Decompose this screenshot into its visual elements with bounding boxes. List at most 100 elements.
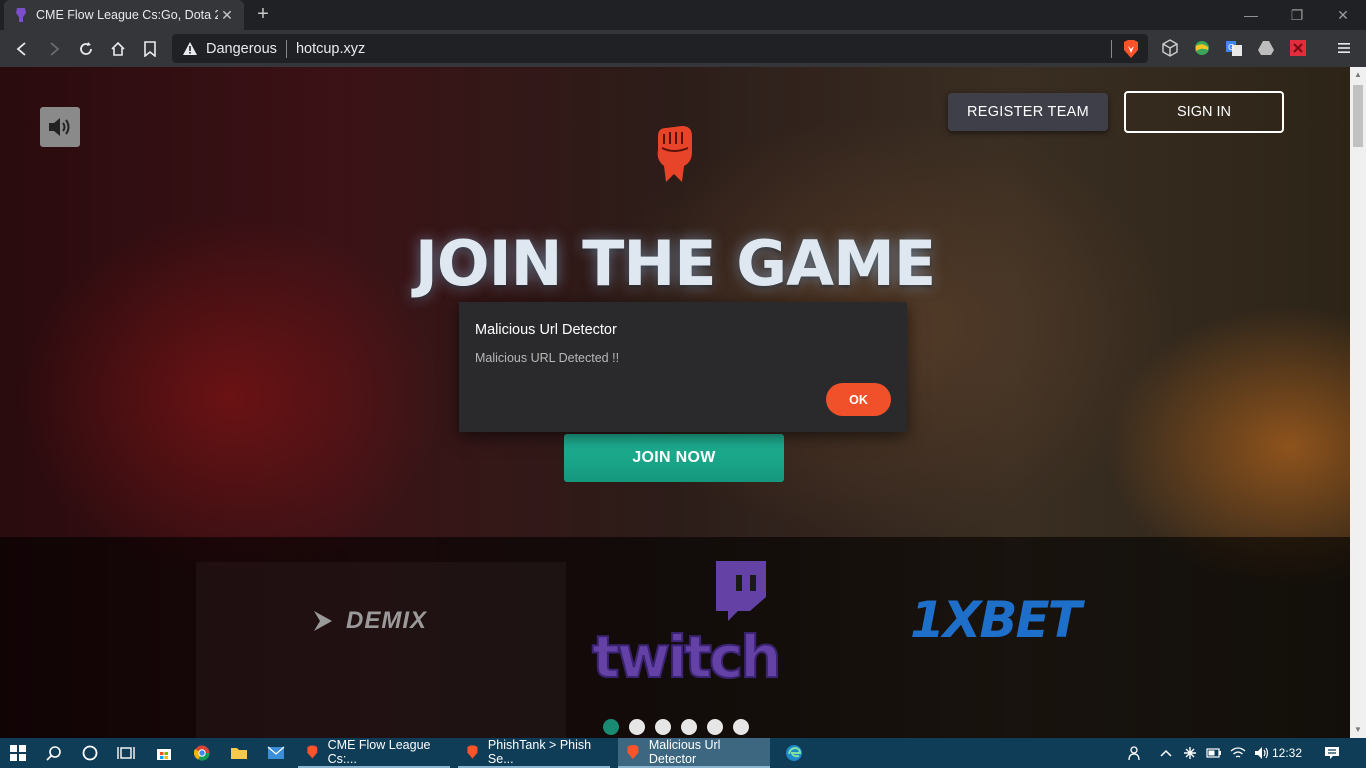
register-team-button[interactable]: REGISTER TEAM <box>948 93 1108 131</box>
brave-icon <box>627 745 639 759</box>
join-now-button[interactable]: JOIN NOW <box>564 434 784 482</box>
address-bar[interactable]: Dangerous hotcup.xyz <box>172 34 1148 63</box>
extension-globe-icon[interactable] <box>1192 38 1212 58</box>
ok-button[interactable]: OK <box>826 383 891 416</box>
chrome-button[interactable] <box>190 741 214 765</box>
edge-button[interactable] <box>782 741 806 765</box>
windows-taskbar: CME Flow League Cs:... PhishTank > Phish… <box>0 738 1366 768</box>
sponsor-band: DEMIX twitch 1XBET <box>0 537 1350 738</box>
sign-in-button[interactable]: SIGN IN <box>1124 91 1284 133</box>
cortana-icon <box>82 745 98 761</box>
taskbar-app-label: CME Flow League Cs:... <box>327 738 431 766</box>
security-status[interactable]: Dangerous <box>206 41 277 57</box>
notification-icon <box>1325 747 1339 759</box>
extension-cube-icon[interactable] <box>1160 38 1180 58</box>
browser-tab[interactable]: CME Flow League Cs:Go, Dota 2, C ✕ <box>4 0 244 30</box>
carousel-dots <box>603 719 749 735</box>
mail-button[interactable] <box>264 741 288 765</box>
dialog-message: Malicious URL Detected !! <box>475 351 620 365</box>
wifi-button[interactable] <box>1226 741 1250 765</box>
action-center-button[interactable] <box>1320 741 1344 765</box>
tab-favicon-icon <box>16 8 26 22</box>
extension-red-icon[interactable] <box>1288 38 1308 58</box>
browser-toolbar: Dangerous hotcup.xyz G <box>0 30 1366 67</box>
chrome-icon <box>194 745 210 761</box>
wifi-icon <box>1230 747 1246 758</box>
url-text[interactable]: hotcup.xyz <box>296 41 365 57</box>
demix-logo-icon <box>314 611 332 631</box>
sponsor-slide-bg <box>196 562 566 738</box>
brave-icon[interactable] <box>1122 39 1140 59</box>
cortana-button[interactable] <box>78 741 102 765</box>
page-scrollbar[interactable]: ▲ ▼ <box>1350 67 1366 738</box>
omnibox-divider-right <box>1111 40 1112 58</box>
edge-icon <box>786 745 802 761</box>
task-view-button[interactable] <box>114 741 138 765</box>
taskbar-app-malicious-url-detector[interactable]: Malicious Url Detector <box>618 738 770 768</box>
taskbar-app-phishtank[interactable]: PhishTank > Phish Se... <box>458 738 610 768</box>
extension-translate-icon[interactable]: G <box>1224 38 1244 58</box>
store-button[interactable] <box>152 741 176 765</box>
chevron-up-icon <box>1160 749 1172 757</box>
tab-strip: CME Flow League Cs:Go, Dota 2, C ✕ + — ❐… <box>0 0 1366 30</box>
tab-close-icon[interactable]: ✕ <box>218 7 236 24</box>
scroll-up-icon[interactable]: ▲ <box>1350 67 1366 83</box>
sponsor-twitch-label: twitch <box>592 623 779 687</box>
sponsor-demix-label: DEMIX <box>346 607 428 634</box>
reload-button[interactable] <box>73 36 99 62</box>
forward-icon <box>50 42 60 56</box>
minimize-button[interactable]: — <box>1228 0 1274 30</box>
store-icon <box>157 749 171 760</box>
volume-button[interactable] <box>1250 741 1274 765</box>
svg-text:G: G <box>1228 43 1234 52</box>
brave-icon <box>467 745 478 759</box>
restore-button[interactable]: ❐ <box>1274 0 1320 30</box>
dialog-title: Malicious Url Detector <box>475 322 617 338</box>
battery-button[interactable] <box>1202 741 1226 765</box>
taskbar-clock[interactable]: 12:32 <box>1272 746 1302 760</box>
carousel-dot[interactable] <box>733 719 749 735</box>
search-icon <box>46 746 61 761</box>
carousel-dot[interactable] <box>629 719 645 735</box>
sponsor-twitch[interactable]: twitch <box>590 557 796 687</box>
new-tab-button[interactable]: + <box>252 3 274 25</box>
sponsor-1xbet[interactable]: 1XBET <box>910 591 1082 649</box>
people-icon <box>1128 746 1140 761</box>
sponsor-demix[interactable]: DEMIX <box>310 607 427 635</box>
people-button[interactable] <box>1124 741 1148 765</box>
scroll-down-icon[interactable]: ▼ <box>1350 722 1366 738</box>
carousel-dot[interactable] <box>707 719 723 735</box>
omnibox-divider <box>285 39 287 58</box>
close-window-button[interactable]: ✕ <box>1320 0 1366 30</box>
bookmark-button[interactable] <box>137 36 163 62</box>
volume-icon <box>1255 747 1269 759</box>
extension-drive-icon[interactable] <box>1256 38 1276 58</box>
home-button[interactable] <box>105 36 131 62</box>
scroll-thumb[interactable] <box>1353 85 1363 147</box>
carousel-dot[interactable] <box>603 719 619 735</box>
fist-logo-icon <box>657 126 692 182</box>
sound-toggle-button[interactable] <box>40 107 80 147</box>
brave-icon <box>307 745 318 759</box>
carousel-dot[interactable] <box>681 719 697 735</box>
taskbar-app-label: Malicious Url Detector <box>648 738 721 766</box>
show-hidden-icons-button[interactable] <box>1154 741 1178 765</box>
alert-dialog: Malicious Url Detector Malicious URL Det… <box>459 302 907 432</box>
speaker-icon <box>49 118 70 136</box>
tab-title: CME Flow League Cs:Go, Dota 2, C <box>36 8 218 22</box>
home-icon <box>111 41 125 56</box>
taskbar-app-label: PhishTank > Phish Se... <box>487 738 592 766</box>
windows-icon <box>10 745 26 761</box>
warning-icon <box>183 41 197 55</box>
tray-app-button[interactable] <box>1178 741 1202 765</box>
file-explorer-button[interactable] <box>227 741 251 765</box>
forward-button[interactable] <box>41 36 67 62</box>
carousel-dot[interactable] <box>655 719 671 735</box>
search-button[interactable] <box>42 741 66 765</box>
back-button[interactable] <box>9 36 35 62</box>
battery-icon <box>1206 748 1221 758</box>
menu-icon[interactable] <box>1334 38 1354 58</box>
hero-headline: JOIN THE GAME <box>414 227 936 300</box>
taskbar-app-cme[interactable]: CME Flow League Cs:... <box>298 738 450 768</box>
start-button[interactable] <box>6 741 30 765</box>
